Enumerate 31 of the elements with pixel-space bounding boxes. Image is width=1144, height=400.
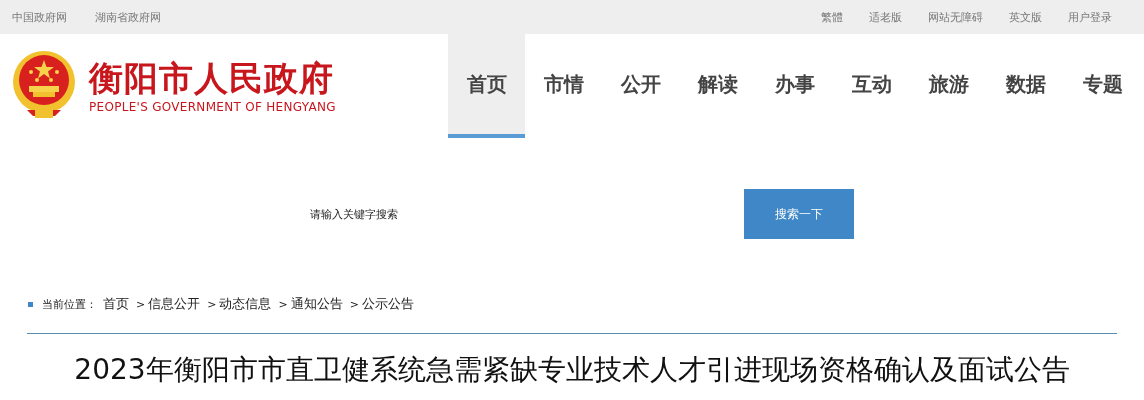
site-subtitle: PEOPLE'S GOVERNMENT OF HENGYANG [89, 100, 336, 114]
breadcrumb-link[interactable]: 信息公开 [148, 295, 201, 313]
search-button[interactable]: 搜索一下 [744, 189, 854, 239]
breadcrumb-link[interactable]: 公示公告 [361, 295, 414, 313]
nav-tab[interactable]: 专题 [1064, 34, 1141, 138]
nav-tab[interactable]: 旅游 [910, 34, 987, 138]
breadcrumb-separator: > [136, 297, 146, 311]
top-link[interactable]: 适老版 [869, 9, 902, 25]
top-link[interactable]: 中国政府网 [12, 9, 67, 25]
breadcrumb-label: 当前位置： [42, 296, 97, 312]
top-link[interactable]: 英文版 [1009, 9, 1042, 25]
top-link[interactable]: 用户登录 [1068, 9, 1112, 25]
top-link[interactable]: 湖南省政府网 [95, 9, 161, 25]
nav-tab[interactable]: 首页 [448, 34, 525, 138]
breadcrumb-link[interactable]: 通知公告 [290, 295, 343, 313]
breadcrumb-separator: > [278, 297, 288, 311]
top-link[interactable]: 网站无障碍 [928, 9, 983, 25]
breadcrumb-link[interactable]: 动态信息 [219, 295, 272, 313]
bullet-icon [28, 301, 33, 307]
top-link[interactable]: 繁體 [821, 9, 843, 25]
nav-tab[interactable]: 互动 [833, 34, 910, 138]
breadcrumb-separator: > [349, 297, 359, 311]
nav-tab[interactable]: 数据 [987, 34, 1064, 138]
nav-tab[interactable]: 解读 [679, 34, 756, 138]
site-title: 衡阳市人民政府 [89, 58, 335, 98]
breadcrumb-link[interactable]: 首页 [103, 295, 129, 313]
breadcrumb-separator: > [207, 297, 217, 311]
nav-tab[interactable]: 公开 [602, 34, 679, 138]
nav-tab[interactable]: 市情 [525, 34, 602, 138]
nav-tab[interactable]: 办事 [756, 34, 833, 138]
article-title: 2023年衡阳市市直卫健系统急需紧缺专业技术人才引进现场资格确认及面试公告 [73, 352, 1071, 388]
